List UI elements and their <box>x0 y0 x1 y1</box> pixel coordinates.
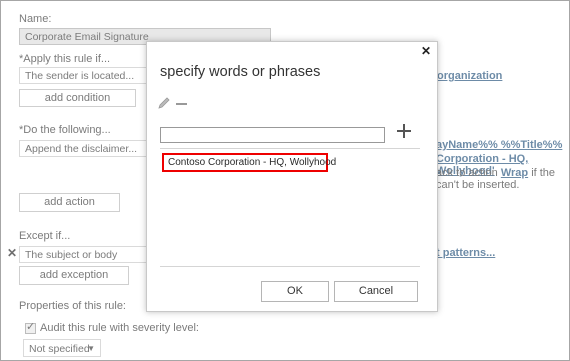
remove-icon[interactable] <box>176 103 187 105</box>
cancel-button[interactable]: Cancel <box>334 281 418 302</box>
ok-button[interactable]: OK <box>261 281 329 302</box>
list-item[interactable]: Contoso Corporation - HQ, Wollyhood <box>162 153 336 172</box>
phrase-input[interactable] <box>160 127 385 143</box>
edit-icon[interactable] <box>157 96 171 110</box>
close-icon[interactable]: ✕ <box>421 44 431 58</box>
specify-words-dialog: ✕ specify words or phrases Contoso Corpo… <box>146 41 438 312</box>
dialog-title: specify words or phrases <box>160 64 321 80</box>
add-icon[interactable] <box>397 124 411 138</box>
list-top-divider <box>160 148 420 149</box>
list-bottom-divider <box>160 266 420 267</box>
